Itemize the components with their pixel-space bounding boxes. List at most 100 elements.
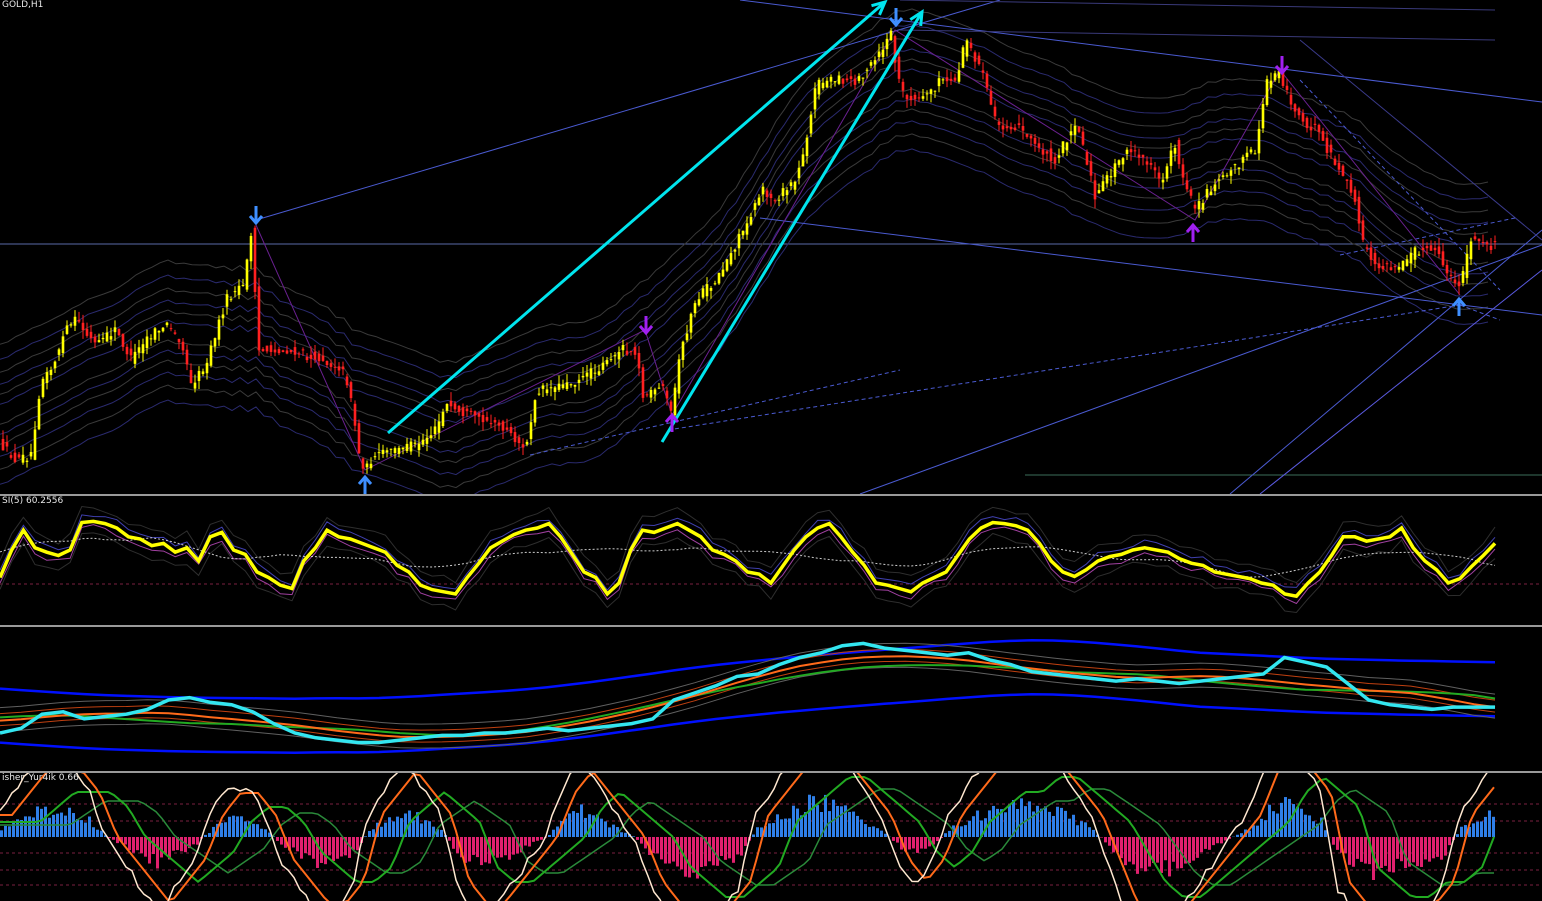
- rsi-indicator-pane[interactable]: SI(5) 60.2556: [0, 496, 1542, 625]
- ma-indicator-pane[interactable]: [0, 627, 1542, 771]
- histogram-bar-negative: [728, 837, 731, 859]
- candle-body: [749, 216, 753, 225]
- candle-body: [429, 435, 433, 439]
- histogram-bar-negative: [1428, 837, 1431, 862]
- candle-body: [1049, 148, 1053, 161]
- histogram-bar-positive: [96, 829, 99, 837]
- histogram-bar-positive: [612, 824, 615, 837]
- histogram-bar-positive: [4, 825, 7, 837]
- candle-body: [937, 78, 941, 87]
- envelope-band-line: [0, 88, 1489, 444]
- candle-body: [821, 82, 825, 89]
- candle-body: [601, 362, 605, 370]
- price-chart-pane[interactable]: GOLD,H1: [0, 0, 1542, 494]
- fisher-indicator-pane[interactable]: isher_Yur4ik 0.66: [0, 773, 1542, 901]
- histogram-bar-negative: [196, 837, 199, 845]
- candle-body: [973, 52, 977, 62]
- ma-indicator-svg: [0, 638, 1496, 754]
- histogram-bar-negative: [1360, 837, 1363, 862]
- candle-body: [301, 349, 305, 351]
- candle-body: [73, 316, 77, 326]
- candle-body: [121, 333, 125, 347]
- histogram-bar-negative: [1100, 837, 1103, 838]
- candle-body: [209, 345, 213, 366]
- candle-body: [605, 360, 609, 365]
- candle-body: [737, 234, 741, 249]
- fisher-indicator-label: isher_Yur4ik 0.66: [2, 773, 79, 783]
- candle-body: [1437, 246, 1441, 255]
- candle-body: [393, 448, 397, 453]
- candle-body: [769, 193, 773, 199]
- histogram-bar-positive: [868, 826, 871, 837]
- candle-body: [197, 370, 201, 381]
- candle-body: [1169, 150, 1173, 166]
- histogram-bar-positive: [80, 820, 83, 837]
- histogram-bar-negative: [724, 837, 727, 860]
- candle-body: [405, 443, 409, 451]
- histogram-bar-positive: [1076, 825, 1079, 837]
- histogram-bar-negative: [1364, 837, 1367, 864]
- candle-body: [625, 350, 629, 355]
- histogram-bar-positive: [232, 815, 235, 837]
- histogram-bar-positive: [1268, 804, 1271, 837]
- histogram-bar-positive: [1040, 808, 1043, 837]
- candle-body: [93, 336, 97, 343]
- candle-body: [1153, 167, 1157, 171]
- histogram-bar-negative: [1388, 837, 1391, 872]
- histogram-bar-negative: [1128, 837, 1131, 862]
- candle-body: [849, 76, 853, 79]
- candle-body: [205, 362, 209, 374]
- histogram-bar-negative: [536, 837, 539, 841]
- histogram-bar-positive: [88, 816, 91, 837]
- histogram-bar-positive: [428, 821, 431, 837]
- candle-body: [1165, 166, 1169, 179]
- histogram-bar-positive: [412, 820, 415, 837]
- candle-body: [409, 441, 413, 452]
- histogram-bar-negative: [920, 837, 923, 849]
- candle-body: [1289, 94, 1293, 105]
- trendline: [859, 244, 1542, 494]
- histogram-bar-positive: [852, 811, 855, 837]
- candle-body: [985, 73, 989, 88]
- candle-body: [801, 154, 805, 167]
- candle-body: [1389, 267, 1393, 271]
- candle-body: [1089, 161, 1093, 176]
- candle-body: [593, 372, 597, 374]
- candle-body: [1201, 203, 1205, 210]
- candle-body: [489, 423, 493, 425]
- candle-body: [1405, 259, 1409, 266]
- histogram-bar-negative: [668, 837, 671, 864]
- candle-body: [845, 78, 849, 81]
- histogram-bar-negative: [720, 837, 723, 857]
- candle-body: [245, 259, 249, 290]
- candle-body: [269, 345, 273, 352]
- histogram-bar-negative: [1344, 837, 1347, 854]
- rsi-band-line: [0, 514, 1496, 591]
- histogram-bar-positive: [876, 828, 879, 837]
- candle-body: [761, 186, 765, 195]
- histogram-bar-positive: [388, 817, 391, 837]
- histogram-bar-positive: [224, 822, 227, 837]
- histogram-bar-positive: [572, 811, 575, 837]
- candle-body: [501, 421, 505, 431]
- histogram-bar-negative: [532, 837, 535, 842]
- histogram-bar-negative: [1436, 837, 1439, 857]
- candle-body: [613, 355, 617, 357]
- candle-body: [789, 182, 793, 187]
- histogram-bar-positive: [608, 827, 611, 837]
- candle-body: [57, 349, 61, 355]
- histogram-bar-positive: [380, 826, 383, 837]
- histogram-bar-negative: [476, 837, 479, 858]
- histogram-bar-negative: [140, 837, 143, 854]
- candle-body: [629, 350, 633, 352]
- candle-body: [285, 350, 289, 354]
- candle-body: [105, 332, 109, 342]
- candle-body: [97, 340, 101, 343]
- histogram-bar-positive: [256, 824, 259, 837]
- histogram-bar-negative: [496, 837, 499, 858]
- histogram-bar-positive: [32, 817, 35, 837]
- rsi-indicator-label: SI(5) 60.2556: [2, 496, 64, 506]
- histogram-bar-negative: [664, 837, 667, 864]
- candle-body: [161, 327, 165, 332]
- histogram-bar-positive: [1004, 812, 1007, 837]
